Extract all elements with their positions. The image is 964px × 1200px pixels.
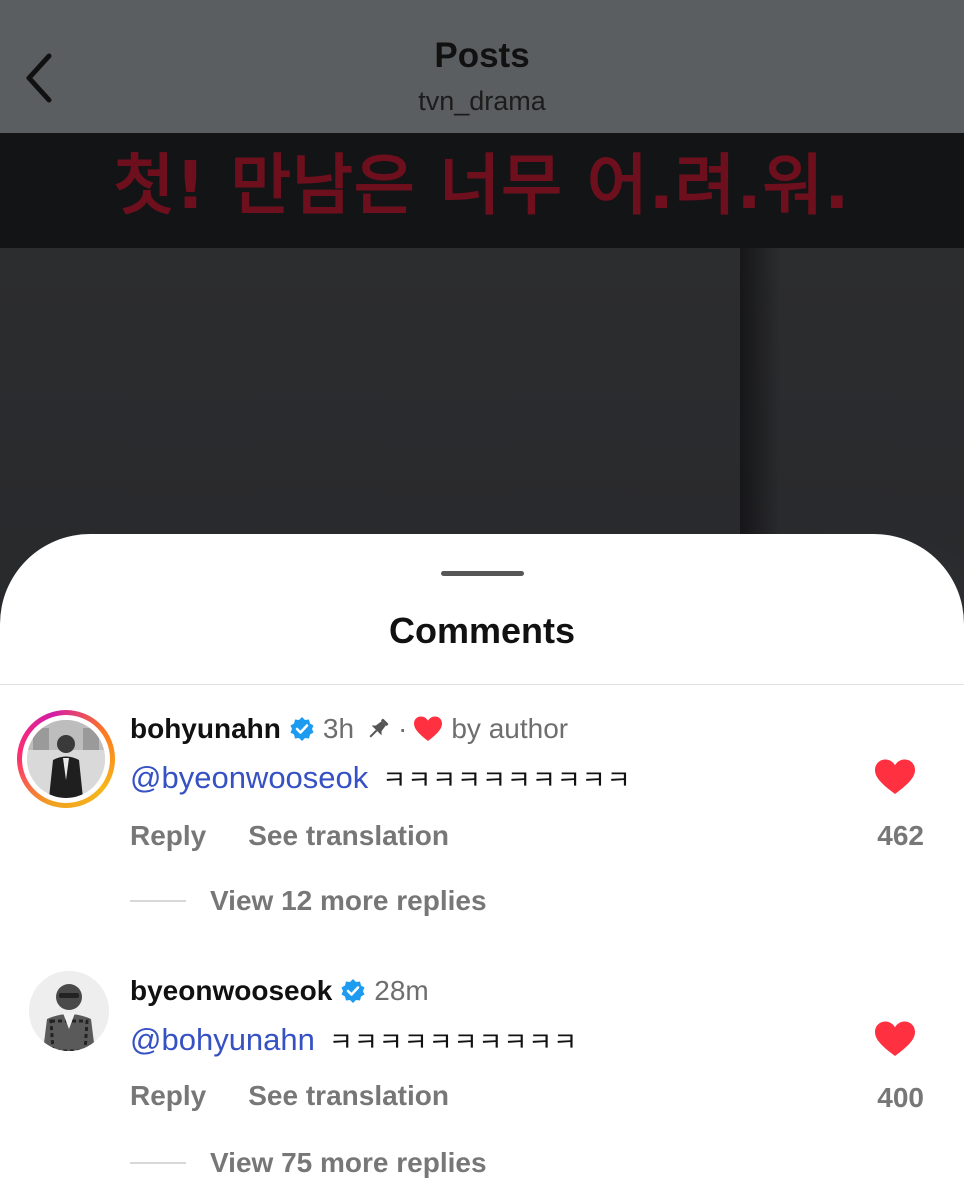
comment-body: @bohyunahn ㅋㅋㅋㅋㅋㅋㅋㅋㅋㅋ: [130, 1018, 578, 1062]
view-more-replies-label: View 12 more replies: [210, 885, 487, 916]
see-translation-button[interactable]: See translation: [248, 1080, 449, 1112]
like-heart-icon[interactable]: [874, 1020, 916, 1058]
page-title: Posts: [434, 36, 530, 75]
comment-text: ㅋㅋㅋㅋㅋㅋㅋㅋㅋㅋ: [382, 765, 632, 796]
reply-button[interactable]: Reply: [130, 820, 206, 852]
verified-badge-icon: [290, 717, 314, 741]
view-more-replies-button[interactable]: View 12 more replies: [130, 881, 487, 921]
liked-by-author-label: by author: [451, 713, 569, 744]
avatar[interactable]: [29, 971, 109, 1051]
comment-time: 3h: [322, 713, 355, 744]
sheet-title: Comments: [388, 610, 576, 651]
verified-badge-icon: [341, 979, 365, 1003]
separator-dot: ·: [398, 713, 408, 744]
divider: [0, 684, 964, 685]
comment-username[interactable]: bohyunahn: [130, 713, 281, 745]
comment-actions: Reply See translation: [130, 816, 449, 856]
comment-username[interactable]: byeonwooseok: [130, 975, 332, 1007]
comments-sheet: Comments bohyunahn 3h · by author @byeon…: [0, 534, 964, 1200]
see-translation-button[interactable]: See translation: [248, 820, 449, 852]
heart-icon: [414, 716, 443, 741]
post-caption-overlay: 첫! 만남은 너무 어.려.워.: [113, 147, 851, 224]
replies-indent-line: [130, 1162, 186, 1164]
comment-actions: Reply See translation: [130, 1076, 449, 1116]
comment-body: @byeonwooseok ㅋㅋㅋㅋㅋㅋㅋㅋㅋㅋ: [130, 756, 632, 800]
like-count: 462: [877, 820, 924, 851]
top-nav-bar: Posts tvn_drama: [0, 0, 964, 133]
avatar-story-ring[interactable]: [17, 710, 115, 808]
reply-button[interactable]: Reply: [130, 1080, 206, 1112]
like-count: 400: [877, 1082, 924, 1113]
view-more-replies-button[interactable]: View 75 more replies: [130, 1143, 487, 1183]
replies-indent-line: [130, 900, 186, 902]
account-handle[interactable]: tvn_drama: [0, 86, 964, 117]
sheet-grabber[interactable]: [441, 571, 524, 576]
view-more-replies-label: View 75 more replies: [210, 1147, 487, 1178]
comment-text: ㅋㅋㅋㅋㅋㅋㅋㅋㅋㅋ: [328, 1027, 579, 1058]
mention-link[interactable]: @bohyunahn: [130, 1022, 315, 1058]
comment-header: byeonwooseok 28m: [130, 971, 429, 1011]
like-heart-icon[interactable]: [874, 758, 916, 796]
pin-icon: [369, 718, 389, 738]
comment-time: 28m: [374, 975, 429, 1006]
comment-header: bohyunahn 3h · by author: [130, 709, 568, 749]
mention-link[interactable]: @byeonwooseok: [130, 760, 368, 796]
avatar: [27, 720, 105, 798]
scene-frame-edge: [740, 248, 780, 538]
